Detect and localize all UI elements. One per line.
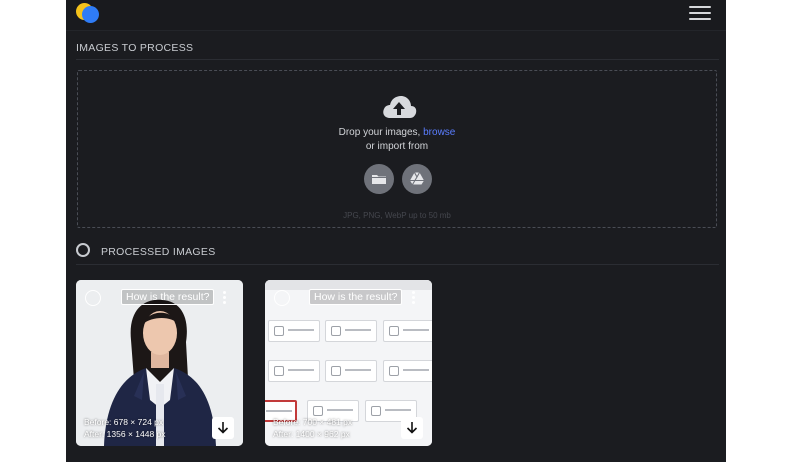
more-options-icon[interactable] (222, 291, 228, 305)
result-feedback-button[interactable]: How is the result? (309, 289, 403, 305)
google-drive-icon (410, 172, 424, 185)
drop-instructions: Drop your images, browse (78, 127, 716, 138)
import-google-drive-button[interactable] (402, 164, 432, 194)
processed-images-title: PROCESSED IMAGES (101, 246, 216, 258)
images-to-process-title: IMAGES TO PROCESS (76, 42, 194, 54)
result-feedback-button[interactable]: How is the result? (121, 289, 215, 305)
processed-image-card[interactable]: How is the result? Before: 678 × 724 px … (76, 280, 243, 446)
folder-icon (372, 175, 386, 184)
file-type-hint: JPG, PNG, WebP up to 50 mb (343, 211, 451, 220)
divider (76, 264, 719, 265)
app-window: IMAGES TO PROCESS Drop your images, brow… (66, 0, 726, 462)
download-icon (406, 422, 418, 434)
browse-link[interactable]: browse (423, 127, 455, 138)
select-all-radio[interactable] (76, 243, 90, 257)
top-bar (66, 0, 726, 31)
more-options-icon[interactable] (411, 291, 417, 305)
download-button[interactable] (401, 417, 423, 439)
import-folder-button[interactable] (364, 164, 394, 194)
after-dimensions: After: 1356 × 1448 px (84, 429, 166, 439)
download-button[interactable] (212, 417, 234, 439)
import-from-text: or import from (365, 141, 429, 152)
divider (76, 59, 719, 60)
before-dimensions: Before: 678 × 724 px (84, 417, 164, 427)
card-select-radio[interactable] (274, 290, 290, 306)
drop-text: Drop your images, (338, 127, 421, 138)
app-logo-icon[interactable] (76, 3, 100, 25)
card-select-radio[interactable] (85, 290, 101, 306)
after-dimensions: After: 1400 × 962 px (273, 429, 350, 439)
download-icon (217, 422, 229, 434)
hamburger-menu-icon[interactable] (689, 4, 711, 22)
cloud-upload-icon (383, 96, 417, 118)
before-dimensions: Before: 700 × 481 px (273, 417, 353, 427)
processed-image-card[interactable]: How is the result? Before: 700 × 481 px … (265, 280, 432, 446)
image-dropzone[interactable]: Drop your images, browse or import from … (77, 70, 717, 228)
